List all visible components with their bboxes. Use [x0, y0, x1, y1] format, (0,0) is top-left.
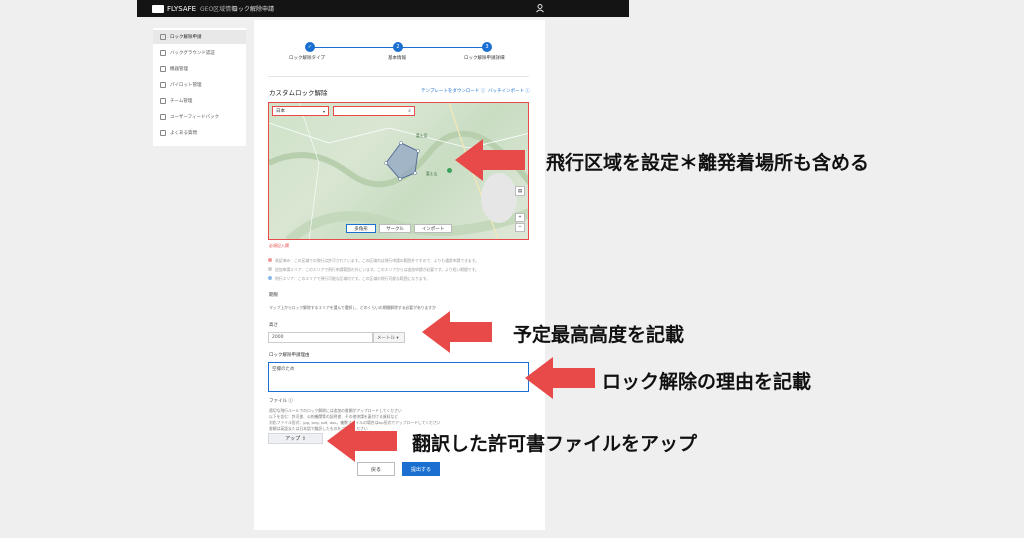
upload-button[interactable]: アップ ⇧ — [268, 433, 323, 444]
extra-legend-icon — [268, 267, 272, 271]
id-card-icon — [160, 50, 166, 56]
submit-button[interactable]: 提出する — [402, 462, 440, 476]
annotation-arrow-4 — [327, 420, 397, 462]
sidebar-item-1[interactable]: バックグラウンド認証 — [153, 46, 246, 60]
team-icon — [160, 98, 166, 104]
sidebar-item-3[interactable]: パイロット管理 — [153, 78, 246, 92]
map-place-label: 富士宮 — [416, 133, 428, 138]
sidebar-item-label: ロック解除申請 — [170, 35, 202, 40]
sidebar-item-label: チーム管理 — [170, 99, 193, 104]
divider — [268, 76, 529, 77]
sidebar-item-label: ユーザーフィードバック — [170, 115, 220, 120]
step-1-indicator: ✓ — [305, 42, 315, 52]
period-label: 期限 — [269, 293, 278, 298]
approved-legend-icon — [268, 258, 272, 262]
sidebar-item-label: パイロット管理 — [170, 83, 202, 88]
step-3-indicator: 3 — [482, 42, 492, 52]
required-note: 必須記入欄 — [269, 243, 289, 248]
map-search-input[interactable]: ⌕ — [333, 106, 415, 116]
template-download-link[interactable]: テンプレートをダウンロード ⓘ — [421, 88, 485, 94]
step-2-label: 基本情報 — [388, 56, 406, 61]
back-button[interactable]: 戻る — [357, 462, 395, 476]
altitude-label: 高さ — [269, 323, 278, 328]
map-place-label-2: 富士山 — [426, 171, 438, 176]
annotation-reason: ロック解除の理由を記載 — [602, 371, 812, 393]
chevron-down-icon: ▾ — [322, 108, 325, 114]
feedback-icon — [160, 114, 166, 120]
import-tool-button[interactable]: インポート — [414, 224, 452, 233]
annotation-file: 翻訳した許可書ファイルをアップ — [412, 433, 698, 455]
sidebar-item-2[interactable]: 機器管理 — [153, 62, 246, 76]
zoom-in-button[interactable]: + — [515, 213, 525, 222]
country-select-value: 日本 — [276, 109, 285, 114]
flight-area-polygon — [385, 142, 419, 180]
zoom-out-button[interactable]: − — [515, 223, 525, 232]
dji-logo-icon — [152, 4, 164, 13]
polygon-tool-button[interactable]: 多角形 — [346, 224, 376, 233]
circle-tool-button[interactable]: サークル — [379, 224, 411, 233]
sidebar-item-label: 機器管理 — [170, 67, 188, 72]
nav-unlock[interactable]: ロック解除申請 — [232, 4, 274, 13]
sidebar-item-0[interactable]: ロック解除申請 — [153, 30, 246, 44]
brand-logo[interactable]: FLYSAFE — [152, 3, 196, 14]
sidebar-item-label: バックグラウンド認証 — [170, 51, 215, 56]
pilot-icon — [160, 82, 166, 88]
section-title: カスタムロック解除 — [269, 89, 328, 97]
help-icon — [160, 130, 166, 136]
step-1-label: ロック解除タイプ — [289, 56, 325, 61]
altitude-input[interactable]: 2000 — [268, 332, 373, 343]
annotation-arrow-3 — [525, 357, 595, 399]
sidebar-item-label: よくある質問 — [170, 131, 197, 136]
legend-note-3: 飛行エリア：このエリアで飛行可能な区域内です。この区域の飛行可能な範囲になります… — [275, 276, 430, 281]
brand-name: FLYSAFE — [167, 4, 197, 13]
annotation-flight-area: 飛行区域を設定＊離発着場所も含める — [546, 152, 870, 174]
annotation-arrow-1 — [455, 139, 525, 181]
sidebar-item-6[interactable]: よくある質問 — [153, 126, 246, 140]
period-description: マップ上からロック解除するエリアを選んで選択し、どのくらいの期間解除する必要があ… — [269, 305, 436, 310]
user-icon[interactable] — [535, 3, 545, 13]
reason-label: ロック解除申請理由 — [269, 353, 310, 358]
legend-note-2: 追加申請エリア：このエリアで飛行申請範囲の外にいます。このエリアからは追加申請が… — [275, 267, 479, 272]
annotation-arrow-2 — [422, 311, 492, 353]
step-3-label: ロック解除申請詳細 — [464, 56, 505, 61]
sidebar-item-4[interactable]: チーム管理 — [153, 94, 246, 108]
flight-legend-icon — [268, 276, 272, 280]
layers-icon[interactable]: ▤ — [515, 186, 525, 196]
file-label: ファイル ⓘ — [269, 399, 293, 404]
annotation-altitude: 予定最高高度を記載 — [513, 324, 685, 346]
search-icon: ⌕ — [408, 108, 411, 114]
map-pin-icon — [447, 168, 452, 173]
legend-note-1: 承認済み：この区域での飛行は許可されています。この区域内は飛行申請の範囲外ですの… — [275, 258, 479, 263]
reason-textarea[interactable]: 空撮のため — [268, 362, 529, 392]
altitude-unit-select[interactable]: メートル ▾ — [373, 332, 405, 343]
sidebar-item-5[interactable]: ユーザーフィードバック — [153, 110, 246, 124]
batch-import-link[interactable]: バッチインポート ⓘ — [488, 88, 530, 94]
lock-icon — [160, 34, 166, 40]
step-2-indicator: 2 — [393, 42, 403, 52]
drone-icon — [160, 66, 166, 72]
country-select[interactable]: 日本 ▾ — [272, 106, 329, 116]
sidebar: ロック解除申請バックグラウンド認証 機器管理パイロット管理 チーム管理ユーザーフィー… — [153, 28, 246, 146]
